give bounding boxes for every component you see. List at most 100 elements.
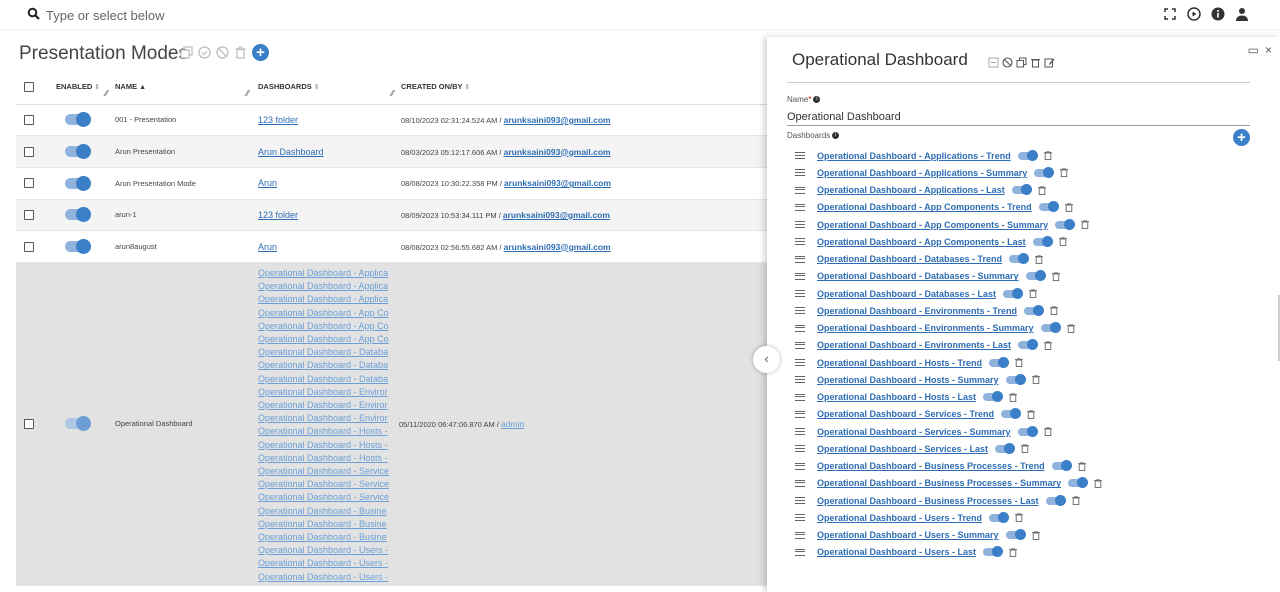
drag-handle-icon[interactable] — [795, 186, 805, 194]
add-dashboard-button[interactable]: + — [1233, 129, 1250, 146]
drag-handle-icon[interactable] — [795, 255, 805, 263]
dashboard-link[interactable]: Operational Dashboard - Enviror — [258, 386, 398, 399]
drag-handle-icon[interactable] — [795, 393, 805, 401]
user-link[interactable]: arunksaini093@gmail.com — [504, 242, 611, 252]
header-name[interactable]: NAME ▲ ⁄⁄ — [105, 70, 258, 105]
dashboard-enabled-toggle[interactable] — [1005, 373, 1026, 385]
dashboard-link[interactable]: Operational Dashboard - Users - — [258, 544, 398, 557]
dashboard-list-item[interactable]: Operational Dashboard - Users - Summary — [795, 527, 1255, 544]
drag-handle-icon[interactable] — [795, 324, 805, 332]
dashboard-enabled-toggle[interactable] — [1025, 270, 1046, 282]
dashboard-link[interactable]: Operational Dashboard - Business Process… — [817, 478, 1061, 488]
dashboard-list-item[interactable]: Operational Dashboard - Applications - T… — [795, 147, 1255, 164]
dashboard-enabled-toggle[interactable] — [1024, 304, 1045, 316]
trash-icon[interactable] — [1037, 185, 1046, 195]
dashboard-list-item[interactable]: Operational Dashboard - Services - Trend — [795, 406, 1255, 423]
dashboard-list-item[interactable]: Operational Dashboard - Environments - S… — [795, 320, 1255, 337]
header-created[interactable]: CREATED ON/BY ⇕ ⁄⁄ — [391, 70, 768, 105]
dashboard-enabled-toggle[interactable] — [995, 442, 1016, 454]
drag-handle-icon[interactable] — [795, 169, 805, 177]
dashboard-link[interactable]: Operational Dashboard - Databases - Last — [817, 289, 996, 299]
dashboard-enabled-toggle[interactable] — [1038, 201, 1059, 213]
user-link[interactable]: arunksaini093@gmail.com — [504, 178, 611, 188]
sort-asc-icon[interactable]: ▲ — [139, 84, 146, 91]
trash-icon[interactable] — [1015, 358, 1024, 368]
table-row-selected[interactable]: Operational Dashboard Operational Dashbo… — [16, 262, 768, 586]
play-icon[interactable] — [1186, 6, 1202, 22]
dashboard-link[interactable]: Operational Dashboard - Service — [258, 465, 398, 478]
dashboard-link[interactable]: Operational Dashboard - Users - Summary — [817, 530, 999, 540]
drag-handle-icon[interactable] — [795, 548, 805, 556]
user-link[interactable]: arunksaini093@gmail.com — [503, 210, 610, 220]
enabled-toggle[interactable] — [65, 144, 91, 160]
dashboard-link[interactable]: Operational Dashboard - Busine — [258, 531, 398, 544]
dashboard-link[interactable]: Operational Dashboard - Environments - T… — [817, 306, 1017, 316]
dashboard-list-item[interactable]: Operational Dashboard - Hosts - Last — [795, 389, 1255, 406]
edit-icon[interactable] — [1044, 55, 1055, 68]
dashboard-enabled-toggle[interactable] — [1005, 529, 1026, 541]
dashboard-link[interactable]: Arun — [258, 242, 277, 252]
header-enabled[interactable]: ENABLED ⇕ — [47, 70, 115, 105]
dashboard-link[interactable]: Operational Dashboard - Applications - T… — [817, 151, 1011, 161]
dashboard-enabled-toggle[interactable] — [983, 391, 1004, 403]
dashboard-link[interactable]: Operational Dashboard - Databa — [258, 346, 398, 359]
trash-icon[interactable] — [1077, 461, 1086, 471]
dashboard-link[interactable]: Operational Dashboard - Applications - S… — [817, 168, 1027, 178]
dashboard-link[interactable]: Arun — [258, 178, 277, 188]
dashboard-enabled-toggle[interactable] — [1001, 408, 1022, 420]
resize-handle-icon[interactable]: ⁄⁄ — [246, 89, 249, 98]
close-icon[interactable]: × — [1265, 43, 1272, 57]
dashboard-enabled-toggle[interactable] — [983, 546, 1004, 558]
trash-icon[interactable] — [1051, 271, 1060, 281]
add-presentation-button[interactable]: + — [252, 44, 269, 61]
trash-icon[interactable] — [1029, 289, 1038, 299]
dashboard-list-item[interactable]: Operational Dashboard - Services - Last — [795, 440, 1255, 457]
dashboard-enabled-toggle[interactable] — [1018, 339, 1039, 351]
resize-handle-icon[interactable]: ⁄⁄ — [391, 89, 394, 98]
dashboard-link[interactable]: Operational Dashboard - Users - — [258, 557, 398, 570]
drag-handle-icon[interactable] — [795, 307, 805, 315]
dashboard-link[interactable]: Operational Dashboard - App Components -… — [817, 202, 1032, 212]
dashboard-list-item[interactable]: Operational Dashboard - Business Process… — [795, 475, 1255, 492]
dashboard-link[interactable]: Operational Dashboard - Hosts - Trend — [817, 358, 982, 368]
dashboard-enabled-toggle[interactable] — [1003, 287, 1024, 299]
dashboard-list-item[interactable]: Operational Dashboard - Applications - S… — [795, 164, 1255, 181]
drag-handle-icon[interactable] — [795, 341, 805, 349]
row-checkbox[interactable] — [24, 241, 34, 252]
dashboard-link[interactable]: Operational Dashboard - Hosts - — [258, 439, 398, 452]
trash-icon[interactable] — [1031, 375, 1040, 385]
maximize-icon[interactable]: ▭ — [1248, 43, 1259, 57]
drag-handle-icon[interactable] — [795, 445, 805, 453]
trash-icon[interactable] — [1021, 444, 1030, 454]
dashboard-link[interactable]: Operational Dashboard - Enviror — [258, 399, 398, 412]
dashboard-enabled-toggle[interactable] — [1011, 184, 1032, 196]
drag-handle-icon[interactable] — [795, 479, 805, 487]
dashboard-list-item[interactable]: Operational Dashboard - Applications - L… — [795, 182, 1255, 199]
dashboard-list-item[interactable]: Operational Dashboard - Databases - Last — [795, 285, 1255, 302]
dashboard-link[interactable]: Operational Dashboard - Databa — [258, 373, 398, 386]
dashboard-link[interactable]: Operational Dashboard - Services - Summa… — [817, 427, 1011, 437]
dashboard-list-item[interactable]: Operational Dashboard - Users - Trend — [795, 509, 1255, 526]
copy-icon[interactable] — [988, 55, 999, 68]
user-link[interactable]: arunksaini093@gmail.com — [504, 147, 611, 157]
enabled-toggle[interactable] — [65, 239, 91, 255]
drag-handle-icon[interactable] — [795, 152, 805, 160]
dashboard-enabled-toggle[interactable] — [1051, 460, 1072, 472]
user-icon[interactable] — [1234, 6, 1250, 22]
dashboard-link[interactable]: Operational Dashboard - Business Process… — [817, 496, 1039, 506]
dashboard-link[interactable]: Operational Dashboard - Applica — [258, 293, 398, 306]
dashboard-link[interactable]: Operational Dashboard - App Components -… — [817, 237, 1026, 247]
header-dashboards[interactable]: DASHBOARDS ⇕ ⁄⁄ — [246, 70, 399, 105]
dashboard-list-item[interactable]: Operational Dashboard - Users - Last — [795, 544, 1255, 561]
dashboard-enabled-toggle[interactable] — [989, 356, 1010, 368]
dashboard-link[interactable]: Arun Dashboard — [258, 147, 324, 157]
drag-handle-icon[interactable] — [795, 410, 805, 418]
drag-handle-icon[interactable] — [795, 290, 805, 298]
trash-icon[interactable] — [1058, 237, 1067, 247]
dashboard-enabled-toggle[interactable] — [1034, 166, 1055, 178]
dashboard-link[interactable]: Operational Dashboard - Hosts - Summary — [817, 375, 999, 385]
drag-handle-icon[interactable] — [795, 272, 805, 280]
drag-handle-icon[interactable] — [795, 359, 805, 367]
dashboard-link[interactable]: Operational Dashboard - Applications - L… — [817, 185, 1005, 195]
row-checkbox[interactable] — [24, 114, 34, 125]
